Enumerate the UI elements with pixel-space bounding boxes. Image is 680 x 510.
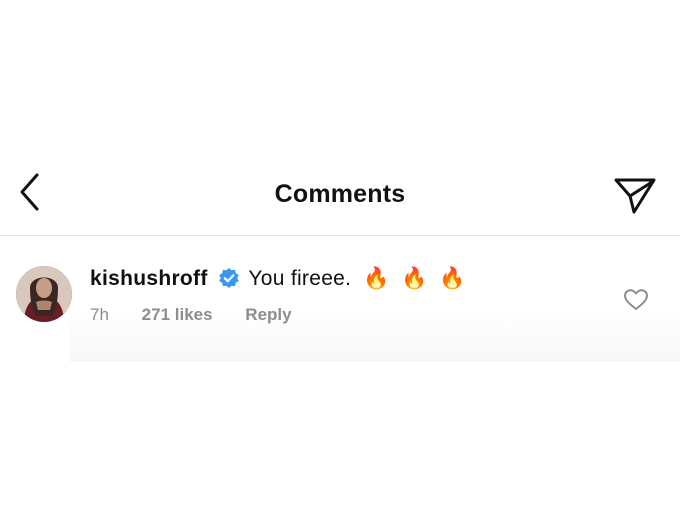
verified-badge-icon <box>218 268 239 288</box>
comment-username[interactable]: kishushroff <box>90 267 208 290</box>
comment-meta: 7h 271 likes Reply <box>90 305 320 325</box>
heart-outline-icon <box>624 289 648 310</box>
share-button[interactable] <box>612 174 658 216</box>
reply-button[interactable]: Reply <box>245 305 291 324</box>
header-divider <box>0 235 680 236</box>
like-button[interactable] <box>623 288 649 312</box>
fire-emoji-icon: 🔥 <box>401 267 428 290</box>
fire-emoji-icon: 🔥 <box>363 267 390 290</box>
avatar[interactable] <box>16 266 72 322</box>
avatar-image <box>16 266 72 322</box>
comments-header: Comments <box>0 160 680 234</box>
comment-text: You fireee. <box>248 267 352 290</box>
comment-item: kishushroff You fireee. 🔥 🔥 🔥 7h 271 lik… <box>0 250 680 362</box>
comment-line: kishushroff You fireee. 🔥 🔥 🔥 <box>90 264 465 294</box>
comment-time: 7h <box>90 305 109 324</box>
paper-plane-icon <box>614 178 656 214</box>
comment-likes[interactable]: 271 likes <box>142 305 213 324</box>
comments-screen: Comments kishushroff You fireee. 🔥 🔥 🔥 7… <box>0 0 680 510</box>
fire-emoji-icon: 🔥 <box>439 267 466 290</box>
page-title: Comments <box>274 180 406 208</box>
